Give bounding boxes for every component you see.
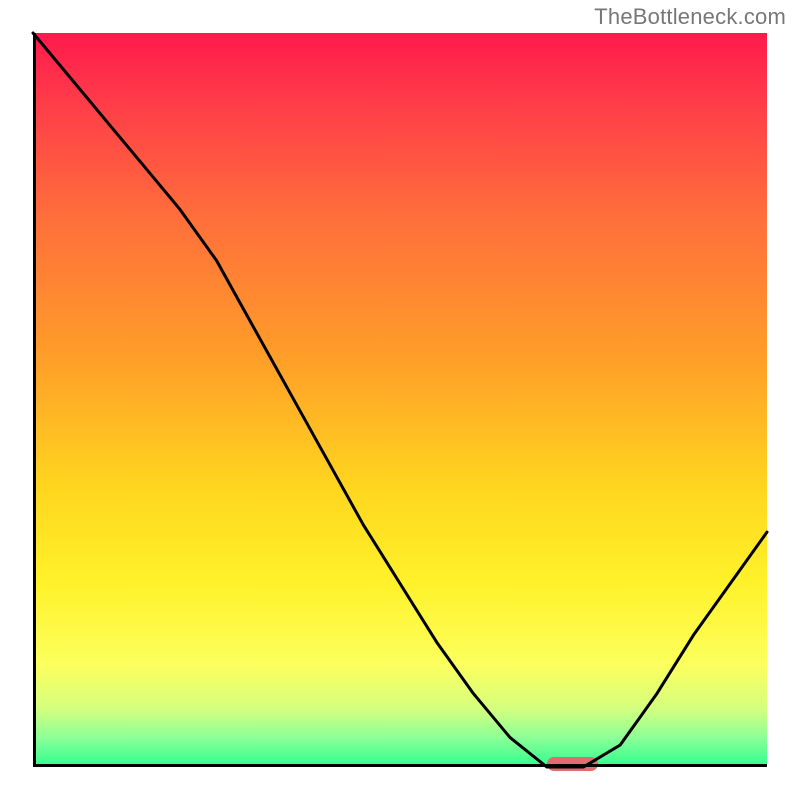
plot-area bbox=[33, 33, 767, 767]
watermark-text: TheBottleneck.com bbox=[594, 4, 786, 30]
curve-path bbox=[33, 33, 767, 767]
y-axis bbox=[33, 33, 36, 767]
chart-container: TheBottleneck.com bbox=[0, 0, 800, 800]
bottleneck-curve bbox=[33, 33, 767, 767]
x-axis bbox=[33, 764, 767, 767]
